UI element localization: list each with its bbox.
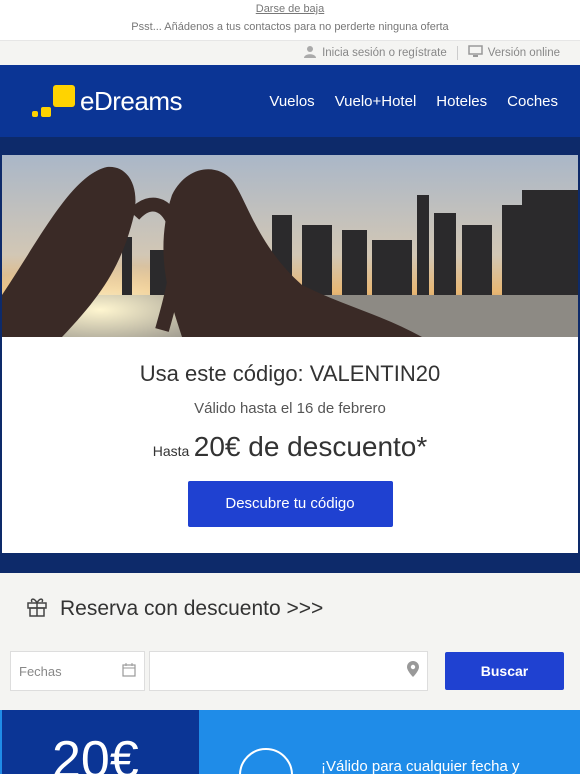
bottom-amount-panel: 20€ <box>2 710 199 774</box>
monitor-icon <box>468 45 483 61</box>
hero-section: Usa este código: VALENTIN20 Válido hasta… <box>0 137 580 573</box>
booking-title-text: Reserva con descuento >>> <box>60 597 324 620</box>
edreams-logo[interactable]: eDreams <box>32 83 182 119</box>
booking-title: Reserva con descuento >>> <box>26 595 323 623</box>
gift-icon <box>26 595 48 623</box>
hero-image-heart-hands[interactable] <box>2 155 578 337</box>
calendar-circle-icon <box>239 748 293 774</box>
preheader-text: Psst... Añádenos a tus contactos para no… <box>131 21 449 33</box>
search-button[interactable]: Buscar <box>445 652 564 690</box>
discover-code-button[interactable]: Descubre tu código <box>187 481 393 527</box>
divider <box>456 46 458 60</box>
preheader: Darse de baja Psst... Añádenos a tus con… <box>0 0 580 40</box>
bottom-amount: 20€ <box>52 731 139 774</box>
bottom-banner-text: ¡Válido para cualquier fecha y <box>321 758 520 774</box>
nav-vuelos[interactable]: Vuelos <box>269 93 314 110</box>
login-label: Inicia sesión o regístrate <box>322 47 447 59</box>
nav-coches[interactable]: Coches <box>507 93 558 110</box>
login-link[interactable]: Inicia sesión o regístrate <box>303 45 447 61</box>
site-header: eDreams Vuelos Vuelo+Hotel Hoteles Coche… <box>0 65 580 137</box>
calendar-icon <box>122 662 136 680</box>
hero-card: Usa este código: VALENTIN20 Válido hasta… <box>2 155 578 553</box>
user-icon <box>303 45 317 61</box>
nav-hoteles[interactable]: Hoteles <box>436 93 487 110</box>
booking-section: Reserva con descuento >>> Fechas Buscar <box>0 573 580 710</box>
destination-field[interactable] <box>149 651 428 691</box>
location-pin-icon <box>407 660 419 682</box>
discount-prefix: Hasta <box>152 443 190 459</box>
online-version-link[interactable]: Versión online <box>468 45 560 61</box>
promo-code-title: Usa este código: VALENTIN20 <box>139 361 441 386</box>
dates-field[interactable]: Fechas <box>10 651 145 691</box>
discount-amount: 20€ de descuento* <box>193 431 428 462</box>
online-version-label: Versión online <box>487 47 560 59</box>
promo-valid-until: Válido hasta el 16 de febrero <box>194 400 386 417</box>
logo-wordmark: eDreams <box>80 86 182 116</box>
dates-placeholder: Fechas <box>19 663 62 679</box>
unsubscribe-link[interactable]: Darse de baja <box>0 0 580 15</box>
account-bar: Inicia sesión o regístrate Versión onlin… <box>0 40 580 65</box>
main-nav: Vuelos Vuelo+Hotel Hoteles Coches <box>269 93 580 110</box>
logo-mark <box>32 83 76 119</box>
promo-content: Usa este código: VALENTIN20 Válido hasta… <box>2 337 578 527</box>
search-form: Fechas Buscar <box>10 651 564 691</box>
promo-discount: Hasta 20€ de descuento* <box>2 431 578 463</box>
nav-vuelo-hotel[interactable]: Vuelo+Hotel <box>335 93 417 110</box>
bottom-promo-banner[interactable]: 20€ ¡Válido para cualquier fecha y <box>0 710 580 774</box>
